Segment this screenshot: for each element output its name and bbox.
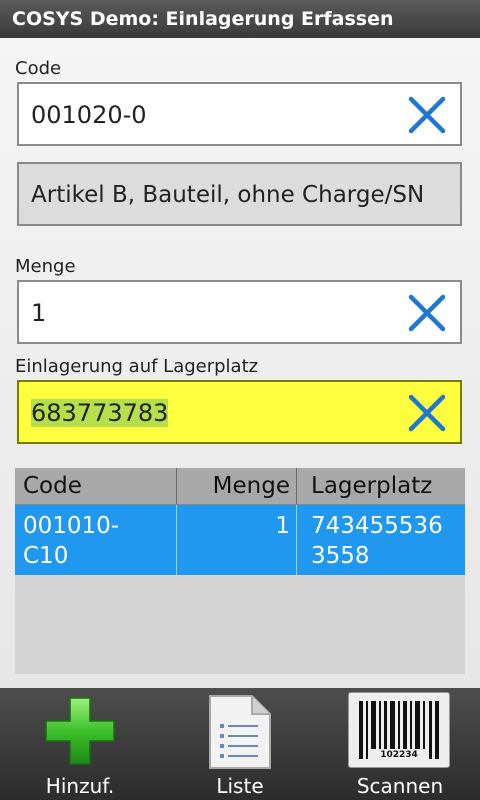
- row-code: 001010- C10: [15, 505, 177, 575]
- code-field[interactable]: 001020-0: [17, 82, 462, 146]
- article-description: Artikel B, Bauteil, ohne Charge/SN: [31, 182, 425, 208]
- row-code-line1: 001010-: [23, 513, 120, 539]
- article-description-field: Artikel B, Bauteil, ohne Charge/SN: [17, 162, 462, 226]
- add-button-label: Hinzuf.: [45, 774, 115, 798]
- list-button[interactable]: Liste: [160, 688, 320, 800]
- lagerplatz-field[interactable]: 683773783: [17, 380, 462, 444]
- menge-label: Menge: [15, 256, 76, 277]
- code-label: Code: [15, 58, 62, 79]
- plus-icon: [45, 697, 115, 765]
- clear-code-icon[interactable]: [406, 94, 448, 136]
- code-value: 001020-0: [31, 101, 147, 129]
- scan-button-label: Scannen: [356, 774, 444, 798]
- list-button-label: Liste: [216, 774, 264, 798]
- booking-table[interactable]: Code Menge Lagerplatz 001010- C10 1 7434…: [15, 468, 465, 674]
- clear-lagerplatz-icon[interactable]: [406, 392, 448, 434]
- table-header: Code Menge Lagerplatz: [15, 468, 465, 505]
- document-list-icon: [209, 695, 271, 769]
- menge-field[interactable]: 1: [17, 280, 462, 344]
- lagerplatz-value: 683773783: [31, 399, 169, 427]
- row-lagerplatz: 743455536 3558: [297, 505, 465, 575]
- clear-menge-icon[interactable]: [406, 292, 448, 334]
- row-lagerplatz-line1: 743455536: [311, 513, 443, 539]
- header-menge: Menge: [177, 468, 297, 504]
- lagerplatz-label: Einlagerung auf Lagerplatz: [15, 356, 259, 377]
- row-lagerplatz-line2: 3558: [311, 543, 370, 569]
- app-title: COSYS Demo: Einlagerung Erfassen: [12, 8, 394, 30]
- title-bar: COSYS Demo: Einlagerung Erfassen: [0, 0, 480, 38]
- barcode-number: 102234: [380, 750, 418, 760]
- header-lagerplatz: Lagerplatz: [311, 473, 433, 499]
- barcode-icon: 102234: [348, 692, 450, 768]
- add-button[interactable]: Hinzuf.: [0, 688, 160, 800]
- scan-button[interactable]: 102234 Scannen: [320, 688, 480, 800]
- table-row[interactable]: 001010- C10 1 743455536 3558: [15, 505, 465, 575]
- header-code: Code: [15, 468, 177, 504]
- row-menge: 1: [177, 505, 297, 575]
- row-code-line2: C10: [23, 543, 69, 569]
- bottom-toolbar: Hinzuf. Liste 102234 Scannen: [0, 688, 480, 800]
- menge-value: 1: [31, 299, 47, 327]
